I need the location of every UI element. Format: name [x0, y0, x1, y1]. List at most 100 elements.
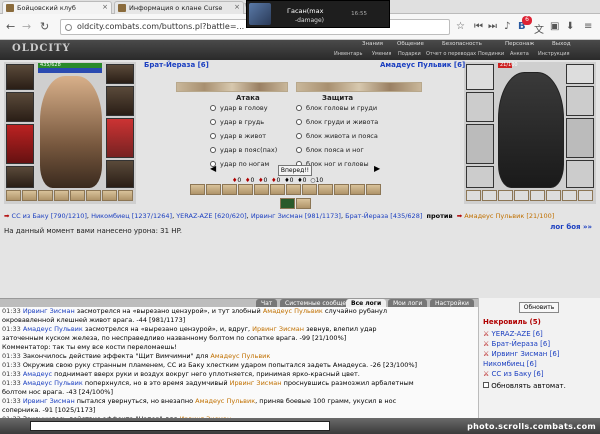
skip-back-icon[interactable]: ⏮ — [474, 21, 483, 32]
menu-knowledge[interactable]: Знания — [362, 41, 383, 47]
belt-slot[interactable] — [466, 166, 494, 188]
attack-option-legs[interactable]: удар по ногам — [210, 160, 269, 168]
potion-icon[interactable] — [118, 190, 133, 201]
auto-refresh-toggle[interactable]: Обновлять автомат. — [483, 382, 566, 390]
back-icon[interactable]: ← — [6, 20, 15, 33]
go-button[interactable]: Вперед!! — [278, 165, 312, 176]
boots-slot[interactable] — [106, 160, 134, 188]
star-icon[interactable]: ☆ — [456, 21, 465, 32]
chat-input[interactable] — [30, 421, 330, 431]
menu-security[interactable]: Безопасность — [442, 41, 482, 47]
browser-tab-2[interactable]: Информация о клане Curse × — [114, 1, 244, 14]
sidebar-player[interactable]: ⚔ СС из Баку [6] — [483, 370, 544, 378]
radio-button[interactable] — [210, 133, 216, 139]
participant[interactable]: СС из Баку [790/1210] — [12, 212, 87, 220]
spell-icon[interactable] — [350, 184, 365, 195]
radio-button[interactable] — [210, 105, 216, 111]
potion-icon[interactable] — [102, 190, 117, 201]
spell-icon[interactable] — [280, 198, 295, 209]
radio-button[interactable] — [296, 147, 302, 153]
submenu-profile[interactable]: Анкета — [510, 51, 529, 57]
download-icon[interactable]: ⬇ — [566, 21, 574, 32]
submenu-gifts[interactable]: Подарки — [398, 51, 421, 57]
potion-icon[interactable] — [38, 190, 53, 201]
reload-icon[interactable]: ↻ — [40, 20, 49, 33]
page-info-icon[interactable] — [65, 24, 72, 31]
left-fighter-name[interactable]: Брат-Йераза [6] — [144, 61, 209, 69]
spell-icon[interactable] — [190, 184, 205, 195]
log-actor[interactable]: Амадеус Пульвик — [23, 379, 83, 387]
right-fighter-name[interactable]: Амадеус Пульвик [6] — [380, 61, 465, 69]
sidebar-player[interactable]: ⚔ YERAZ-AZE [6] — [483, 330, 543, 338]
earring-slot[interactable] — [106, 64, 134, 84]
potion-icon[interactable] — [54, 190, 69, 201]
refresh-button[interactable]: Обновить — [519, 302, 559, 313]
radio-button[interactable] — [296, 133, 302, 139]
submenu-transfers[interactable]: Отчет о переводах — [426, 51, 476, 57]
attack-option-head[interactable]: удар в голову — [210, 104, 268, 112]
spell-icon[interactable] — [254, 184, 269, 195]
radio-button[interactable] — [210, 147, 216, 153]
participant[interactable]: Брат-Йераза [435/628] — [345, 212, 422, 220]
chat-notification[interactable]: Гасан(max -damage) 16:55 — [246, 0, 390, 28]
spell-icon[interactable] — [366, 184, 381, 195]
spell-icon[interactable] — [286, 184, 301, 195]
potion-icon[interactable] — [86, 190, 101, 201]
submenu-fights[interactable]: Поединки — [478, 51, 504, 57]
log-actor[interactable]: Амадеус Пульвик — [195, 397, 255, 405]
fight-log-link[interactable]: лог боя »» — [550, 223, 592, 231]
log-actor[interactable]: Ирвинг Зисман — [252, 325, 304, 333]
log-actor[interactable]: Ирвинг Зисман — [23, 397, 75, 405]
spell-icon[interactable] — [270, 184, 285, 195]
participant[interactable]: Никомбиец [1237/1264] — [91, 212, 172, 220]
helmet-slot[interactable] — [466, 64, 494, 90]
translate-icon[interactable]: 文 — [534, 21, 544, 36]
boots-slot[interactable] — [566, 160, 594, 188]
submenu-inventory[interactable]: Инвентарь — [334, 51, 362, 57]
menu-communication[interactable]: Общение — [397, 41, 424, 47]
log-actor[interactable]: Амадеус Пульвик — [23, 325, 83, 333]
spell-icon[interactable] — [206, 184, 221, 195]
weapon-slot[interactable] — [466, 92, 494, 122]
sidebar-player[interactable]: ⚔ Брат-Йераза [6] — [483, 340, 550, 348]
participant[interactable]: YERAZ-AZE [620/620] — [176, 212, 246, 220]
block-option-belly-groin[interactable]: блок живота и пояса — [296, 132, 378, 140]
participant[interactable]: Ирвинг Зисман [981/1173] — [251, 212, 341, 220]
armor-slot[interactable] — [6, 124, 34, 164]
shield-slot[interactable] — [566, 118, 594, 158]
log-actor[interactable]: Амадеус Пульвик — [263, 307, 323, 315]
close-icon[interactable]: × — [234, 3, 240, 11]
log-actor[interactable]: Амадеус — [23, 370, 52, 378]
music-icon[interactable]: ♪ — [504, 21, 510, 32]
log-actor[interactable]: Амадеус Пульвик — [210, 352, 270, 360]
block-option-groin-legs[interactable]: блок пояса и ног — [296, 146, 364, 154]
spell-icon[interactable] — [302, 184, 317, 195]
spell-icon[interactable] — [318, 184, 333, 195]
attack-option-groin[interactable]: удар в пояс(пах) — [210, 146, 277, 154]
log-actor[interactable]: Ирвинг Зисман — [230, 379, 282, 387]
block-option-head-chest[interactable]: блок головы и груди — [296, 104, 377, 112]
checkbox[interactable] — [483, 382, 489, 388]
potion-icon[interactable] — [70, 190, 85, 201]
gloves-slot[interactable] — [106, 86, 134, 116]
spell-icon[interactable] — [296, 198, 311, 209]
potion-icon[interactable] — [6, 190, 21, 201]
belt-slot[interactable] — [6, 166, 34, 188]
earring-slot[interactable] — [566, 64, 594, 84]
log-actor[interactable]: Ирвинг Зисман — [23, 307, 75, 315]
close-icon[interactable]: × — [102, 3, 108, 11]
menu-exit[interactable]: Выход — [552, 41, 571, 47]
spell-icon[interactable] — [222, 184, 237, 195]
skip-forward-icon[interactable]: ⏭ — [488, 21, 497, 32]
forward-icon[interactable]: → — [22, 20, 31, 33]
menu-icon[interactable]: ≡ — [584, 21, 592, 32]
potion-icon[interactable] — [22, 190, 37, 201]
armor-slot[interactable] — [466, 124, 494, 164]
block-option-chest-belly[interactable]: блок груди и живота — [296, 118, 378, 126]
radio-button[interactable] — [296, 119, 302, 125]
spell-icon[interactable] — [238, 184, 253, 195]
radio-button[interactable] — [296, 105, 302, 111]
attack-option-chest[interactable]: удар в грудь — [210, 118, 264, 126]
submenu-skills[interactable]: Умения — [372, 51, 391, 57]
gloves-slot[interactable] — [566, 86, 594, 116]
